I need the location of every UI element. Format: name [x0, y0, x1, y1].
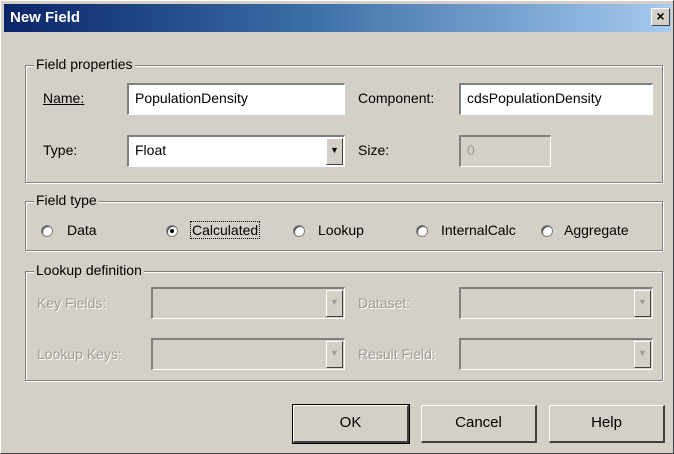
name-label: Name:	[43, 90, 85, 106]
radio-data-label[interactable]: Data	[67, 222, 97, 238]
type-value: Float	[135, 142, 167, 158]
radio-aggregate-label[interactable]: Aggregate	[564, 222, 629, 238]
lookup-keys-select[interactable]: ▼	[151, 338, 345, 370]
result-field-dropdown-button[interactable]: ▼	[634, 341, 651, 368]
result-field-select[interactable]: ▼	[459, 338, 653, 370]
radio-data[interactable]	[41, 225, 53, 237]
size-value: 0	[467, 142, 475, 158]
radio-lookup[interactable]	[293, 225, 305, 237]
type-label: Type:	[43, 142, 78, 158]
dataset-label: Dataset:	[358, 295, 411, 311]
dropdown-arrow-icon: ▼	[638, 348, 647, 358]
size-label: Size:	[358, 142, 390, 158]
radio-lookup-label[interactable]: Lookup	[318, 222, 364, 238]
lookup-keys-dropdown-button[interactable]: ▼	[326, 341, 343, 368]
component-label: Component:	[358, 90, 435, 106]
radio-calculated[interactable]	[166, 225, 178, 237]
type-dropdown-button[interactable]: ▼	[326, 138, 343, 165]
component-value: cdsPopulationDensity	[467, 90, 602, 106]
title-bar[interactable]: New Field ×	[4, 4, 671, 32]
ok-button[interactable]: OK	[292, 404, 410, 444]
lookup-definition-legend: Lookup definition	[34, 262, 144, 278]
dropdown-arrow-icon: ▼	[638, 297, 647, 307]
key-fields-label: Key Fields:	[37, 295, 107, 311]
window-title: New Field	[10, 9, 81, 26]
result-field-label: Result Field:	[358, 346, 436, 362]
field-type-legend: Field type	[34, 192, 99, 208]
cancel-button[interactable]: Cancel	[421, 405, 537, 443]
component-input[interactable]: cdsPopulationDensity	[459, 83, 653, 115]
radio-internalcalc-label[interactable]: InternalCalc	[441, 222, 516, 238]
lookup-keys-label: Lookup Keys:	[37, 346, 122, 362]
radio-aggregate[interactable]	[541, 225, 553, 237]
key-fields-select[interactable]: ▼	[151, 287, 345, 319]
radio-selected-dot	[170, 229, 174, 233]
close-button[interactable]: ×	[651, 8, 670, 26]
dropdown-arrow-icon: ▼	[330, 297, 339, 307]
new-field-dialog: New Field × Field properties Name: Popul…	[0, 0, 674, 454]
dropdown-arrow-icon: ▼	[330, 145, 339, 155]
help-button[interactable]: Help	[549, 405, 665, 443]
size-input[interactable]: 0	[459, 135, 551, 167]
radio-calculated-label[interactable]: Calculated	[189, 221, 261, 239]
radio-internalcalc[interactable]	[416, 225, 428, 237]
type-select[interactable]: Float ▼	[127, 135, 345, 167]
close-icon: ×	[656, 8, 665, 24]
key-fields-dropdown-button[interactable]: ▼	[326, 290, 343, 317]
dropdown-arrow-icon: ▼	[330, 348, 339, 358]
dataset-dropdown-button[interactable]: ▼	[634, 290, 651, 317]
dataset-select[interactable]: ▼	[459, 287, 653, 319]
name-input[interactable]: PopulationDensity	[127, 83, 345, 115]
field-properties-legend: Field properties	[34, 56, 135, 72]
name-value: PopulationDensity	[135, 90, 248, 106]
